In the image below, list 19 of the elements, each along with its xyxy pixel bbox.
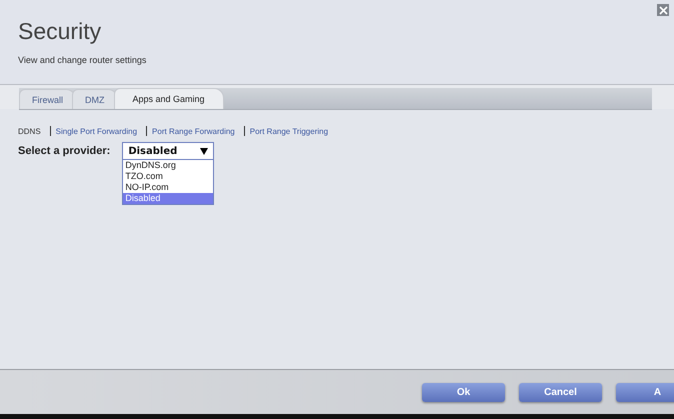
provider-select[interactable]: Disabled	[122, 142, 214, 160]
subnav-link[interactable]: Port Range Forwarding	[152, 126, 235, 136]
dropdown-option[interactable]: DynDNS.org	[123, 160, 214, 171]
subnav-link[interactable]: Single Port Forwarding	[56, 126, 138, 136]
close-button[interactable]	[657, 4, 669, 16]
footer-button[interactable]: Ok	[422, 382, 505, 402]
footer-button[interactable]: Cancel	[519, 382, 602, 402]
dropdown-option[interactable]: TZO.com	[123, 171, 214, 182]
page-subtitle: View and change router settings	[18, 55, 148, 65]
close-icon	[658, 6, 668, 14]
dropdown-option[interactable]: NO-IP.com	[123, 182, 214, 193]
footer-button[interactable]: A	[616, 382, 674, 402]
provider-label: Select a provider:	[18, 145, 110, 157]
subnav-link[interactable]: DDNS	[18, 126, 41, 136]
tab[interactable]: Apps and Gaming	[114, 88, 224, 109]
subnav-link[interactable]: Port Range Triggering	[250, 126, 328, 136]
page-title: Security	[18, 18, 102, 45]
dropdown-arrow-icon	[200, 148, 208, 154]
dropdown-option[interactable]: Disabled	[123, 193, 214, 204]
